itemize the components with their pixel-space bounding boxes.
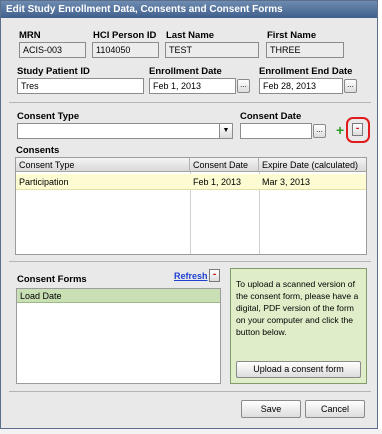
study-patient-id-label: Study Patient ID [17,66,90,77]
mrn-field: ACIS-003 [19,42,86,58]
remove-consent-form-button[interactable]: - [209,269,220,282]
refresh-link[interactable]: Refresh [174,271,208,281]
section-divider [9,391,371,392]
enrollment-date-label: Enrollment Date [149,66,222,77]
study-patient-id-input[interactable]: Tres [17,78,144,94]
first-name-field: THREE [266,42,344,58]
consent-forms-list: Load Date [16,288,221,384]
consents-table: Consent Type Consent Date Expire Date (c… [15,157,367,255]
consents-title: Consents [16,145,60,156]
cell-consent-type: Participation [19,177,69,187]
enrollment-end-date-label: Enrollment End Date [259,66,353,77]
highlight-circle [346,117,370,143]
save-button[interactable]: Save [241,400,301,418]
cell-expire-date: Mar 3, 2013 [262,177,311,187]
background-strip [0,429,382,434]
last-name-field: TEST [165,42,259,58]
hci-person-id-field: 1104050 [92,42,159,58]
add-consent-icon[interactable]: + [336,123,344,137]
col-expire-date[interactable]: Expire Date (calculated) [259,158,366,172]
upload-panel: To upload a scanned version of the conse… [230,268,367,384]
col-consent-date[interactable]: Consent Date [190,158,259,172]
consent-type-select[interactable] [17,123,233,139]
cell-consent-date: Feb 1, 2013 [193,177,242,187]
dialog-window: Edit Study Enrollment Data, Consents and… [0,0,378,429]
dialog-title: Edit Study Enrollment Data, Consents and… [1,1,377,18]
col-consent-type[interactable]: Consent Type [16,158,190,172]
consent-date-picker-button[interactable]: ... [313,124,326,138]
consents-table-header: Consent Type Consent Date Expire Date (c… [16,158,366,172]
first-name-label: First Name [267,30,317,41]
consent-date-label: Consent Date [240,111,302,122]
table-row[interactable]: Participation Feb 1, 2013 Mar 3, 2013 [16,174,366,190]
consent-forms-header: Load Date [17,289,220,303]
consent-type-label: Consent Type [17,111,80,122]
col-load-date[interactable]: Load Date [17,289,220,303]
chevron-down-icon[interactable]: ▼ [219,124,232,138]
enrollment-date-picker-button[interactable]: ... [237,79,250,93]
consent-date-input[interactable] [240,123,312,139]
upload-consent-form-button[interactable]: Upload a consent form [236,361,361,378]
enrollment-date-input[interactable]: Feb 1, 2013 [149,78,236,94]
enrollment-end-date-input[interactable]: Feb 28, 2013 [259,78,343,94]
section-divider [9,102,371,103]
enrollment-end-date-picker-button[interactable]: ... [344,79,357,93]
consent-forms-title: Consent Forms [17,274,87,285]
section-divider [9,261,371,262]
hci-person-id-label: HCI Person ID [93,30,157,41]
last-name-label: Last Name [166,30,215,41]
upload-instructions: To upload a scanned version of the conse… [236,279,359,337]
cancel-button[interactable]: Cancel [305,400,365,418]
mrn-label: MRN [19,30,41,41]
